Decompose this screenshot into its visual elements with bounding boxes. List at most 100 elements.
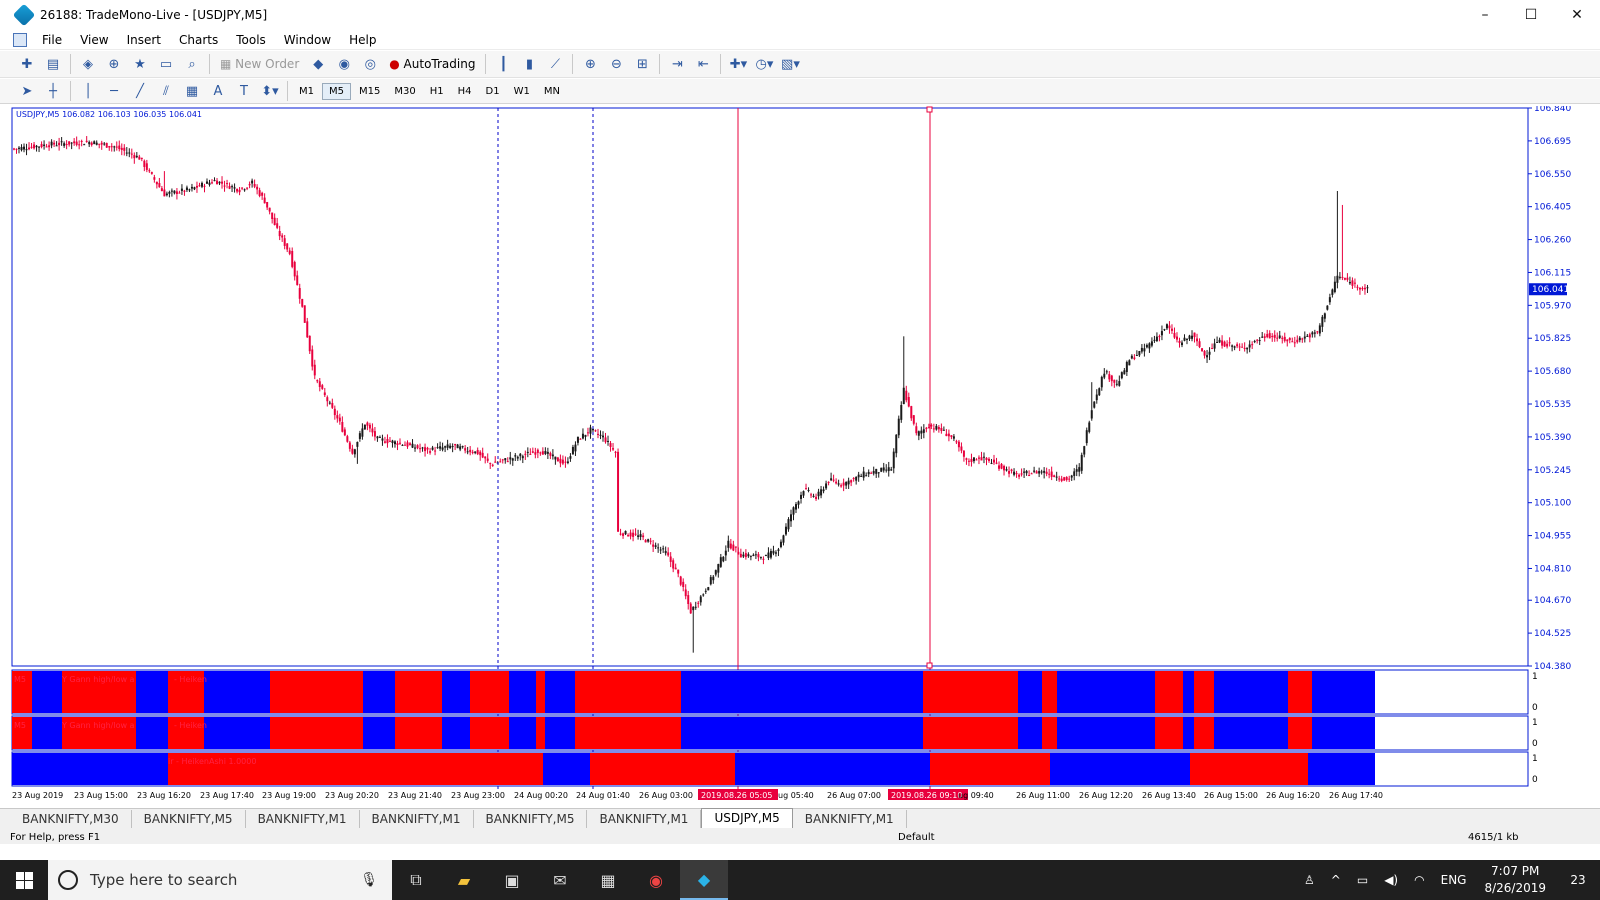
data-window-icon[interactable]: ⊕	[103, 53, 125, 75]
menu-insert[interactable]: Insert	[118, 33, 170, 47]
volume-icon[interactable]: ◀)	[1376, 873, 1406, 887]
chart-window[interactable]: 106.840 106.695 106.550 106.405 106.260 106.1…	[10, 106, 1600, 808]
meta-editor-icon[interactable]: ◆	[307, 53, 329, 75]
timeframe-w1[interactable]: W1	[508, 84, 536, 99]
candle-body	[1313, 332, 1316, 334]
channel-icon[interactable]: ⫽	[155, 80, 177, 102]
terminal-icon[interactable]: ▭	[155, 53, 177, 75]
market-icon[interactable]: ◎	[359, 53, 381, 75]
candle-body	[494, 461, 497, 463]
candle-body	[787, 519, 790, 530]
clock[interactable]: 7:07 PM 8/26/2019	[1474, 863, 1556, 897]
minimize-button[interactable]: –	[1462, 0, 1508, 30]
zoom-out-icon[interactable]: ⊖	[605, 53, 627, 75]
maximize-button[interactable]: ☐	[1508, 0, 1554, 30]
autoscroll-icon[interactable]: ⇤	[692, 53, 714, 75]
chart-tab-active[interactable]: USDJPY,M5	[701, 808, 793, 828]
mail-icon[interactable]: ✉	[536, 860, 584, 900]
menu-view[interactable]: View	[71, 33, 117, 47]
tester-icon[interactable]: ⌕	[181, 53, 203, 75]
timeframe-m30[interactable]: M30	[388, 84, 421, 99]
price-chart[interactable]: 106.840 106.695 106.550 106.405 106.260 106.1…	[10, 106, 1600, 808]
people-icon[interactable]: ♙	[1296, 873, 1323, 887]
candle-body	[135, 155, 138, 158]
chart-tab[interactable]: BANKNIFTY,M30	[10, 810, 132, 828]
candle-body	[975, 459, 978, 461]
chart-tab[interactable]: BANKNIFTY,M1	[793, 810, 907, 828]
navigator-icon[interactable]: ★	[129, 53, 151, 75]
market-watch-icon[interactable]: ◈	[77, 53, 99, 75]
chart-shift-icon[interactable]: ⇥	[666, 53, 688, 75]
notifications-icon[interactable]: 23	[1556, 860, 1600, 900]
horizontal-line-icon[interactable]: ─	[103, 80, 125, 102]
chart-tab[interactable]: BANKNIFTY,M5	[474, 810, 588, 828]
timeframe-m5[interactable]: M5	[322, 82, 351, 100]
timeframe-h4[interactable]: H4	[452, 84, 478, 99]
timeframe-h1[interactable]: H1	[424, 84, 450, 99]
chart-tab[interactable]: BANKNIFTY,M1	[360, 810, 474, 828]
indicators-icon[interactable]: ✚▾	[727, 53, 749, 75]
document-icon[interactable]	[13, 32, 27, 47]
profiles-icon[interactable]: ▤	[42, 53, 64, 75]
chart-tab[interactable]: BANKNIFTY,M5	[132, 810, 246, 828]
candle-body	[33, 144, 36, 149]
candlestick-icon[interactable]: ▮	[518, 53, 540, 75]
timeframe-mn[interactable]: MN	[538, 84, 566, 99]
battery-icon[interactable]: ▭	[1349, 873, 1376, 887]
task-view-icon[interactable]: ⧉	[392, 860, 440, 900]
store-icon[interactable]: ▣	[488, 860, 536, 900]
candle-body	[50, 141, 53, 146]
toolbar-separator	[485, 54, 487, 74]
calculator-icon[interactable]: ▦	[584, 860, 632, 900]
signals-icon[interactable]: ◉	[333, 53, 355, 75]
candle-body	[1140, 347, 1143, 352]
windows-start-icon[interactable]	[0, 860, 48, 900]
trendline-icon[interactable]: ╱	[129, 80, 151, 102]
candle-body	[103, 143, 106, 145]
candle-body	[875, 468, 878, 474]
close-button[interactable]: ✕	[1554, 0, 1600, 30]
candle-body	[444, 446, 447, 448]
arrows-icon[interactable]: ⬍▾	[259, 80, 281, 102]
chrome-icon[interactable]: ◉	[632, 860, 680, 900]
menu-window[interactable]: Window	[275, 33, 340, 47]
menu-help[interactable]: Help	[340, 33, 385, 47]
microphone-icon[interactable]: 🎙	[360, 872, 378, 888]
menu-tools[interactable]: Tools	[227, 33, 275, 47]
new-chart-icon[interactable]: ✚	[16, 53, 38, 75]
cursor-icon[interactable]: ➤	[16, 80, 38, 102]
text-icon[interactable]: A	[207, 80, 229, 102]
indicator-segment	[1312, 717, 1375, 749]
candle-body	[682, 581, 685, 588]
fibonacci-icon[interactable]: ▦	[181, 80, 203, 102]
indicator-segment	[590, 753, 735, 785]
new-order-button[interactable]: ▦ New Order	[214, 53, 305, 75]
taskbar-search[interactable]: Type here to search 🎙	[48, 860, 392, 900]
candle-body	[707, 587, 710, 591]
timeframe-m15[interactable]: M15	[353, 84, 386, 99]
periods-icon[interactable]: ◷▾	[753, 53, 775, 75]
title-bar[interactable]: 26188: TradeMono-Live - [USDJPY,M5] – ☐ …	[0, 0, 1600, 30]
timeframe-m1[interactable]: M1	[293, 84, 320, 99]
chevron-up-icon[interactable]: ^	[1323, 873, 1349, 887]
crosshair-icon[interactable]: ┼	[42, 80, 64, 102]
autotrading-button[interactable]: ● AutoTrading	[383, 53, 481, 75]
text-label-icon[interactable]: T	[233, 80, 255, 102]
line-chart-icon[interactable]: ⟋	[544, 53, 566, 75]
file-explorer-icon[interactable]: ▰	[440, 860, 488, 900]
trading-terminal-icon[interactable]: ◆	[680, 860, 728, 900]
timeframe-d1[interactable]: D1	[480, 84, 506, 99]
vertical-line-icon[interactable]: │	[77, 80, 99, 102]
chart-tab[interactable]: BANKNIFTY,M1	[587, 810, 702, 828]
menu-charts[interactable]: Charts	[170, 33, 227, 47]
app-logo-icon	[12, 3, 36, 27]
templates-icon[interactable]: ▧▾	[779, 53, 801, 75]
tile-windows-icon[interactable]: ⊞	[631, 53, 653, 75]
zoom-in-icon[interactable]: ⊕	[579, 53, 601, 75]
menu-file[interactable]: File	[33, 33, 71, 47]
bar-chart-icon[interactable]: ┃	[492, 53, 514, 75]
language-indicator[interactable]: ENG	[1433, 873, 1475, 887]
chart-tab[interactable]: BANKNIFTY,M1	[246, 810, 360, 828]
indicator-segment	[204, 671, 270, 713]
wifi-icon[interactable]: ◠	[1406, 873, 1432, 887]
